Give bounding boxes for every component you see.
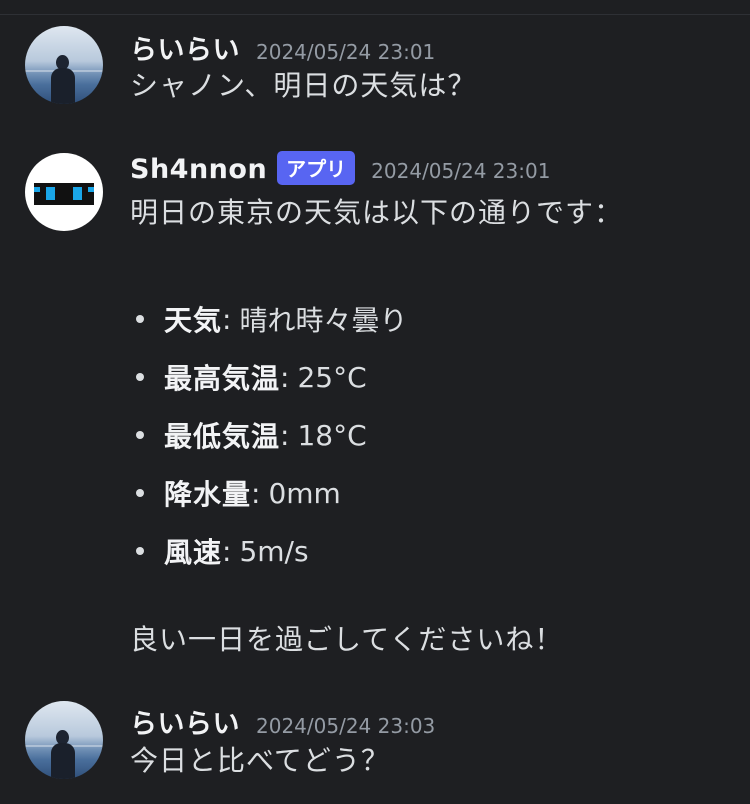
avatar-figure-body <box>51 68 75 104</box>
bullet-dot <box>136 431 144 439</box>
bullet-dot <box>136 547 144 555</box>
item-sep: : <box>222 302 232 336</box>
item-key: 最高気温 <box>164 362 281 395</box>
message-text: シャノン、明日の天気は？ <box>130 69 477 102</box>
item-key: 降水量 <box>164 478 252 511</box>
user-avatar[interactable] <box>25 26 103 104</box>
item-sep: : <box>222 534 232 568</box>
message-outro: 良い一日を過ごしてくださいね！ <box>130 623 564 656</box>
message-header: らいらい 2024/05/24 23:03 <box>130 702 435 741</box>
item-value: 0mm <box>268 476 341 510</box>
item-value: 25°C <box>297 360 367 394</box>
item-value: 18°C <box>297 418 367 452</box>
bot-left-eye <box>46 187 55 200</box>
bot-right-ear <box>88 187 94 192</box>
item-sep: : <box>251 476 261 510</box>
item-key: 風速 <box>164 536 223 569</box>
item-key: 最低気温 <box>164 420 281 453</box>
item-value: 5m/s <box>239 534 309 568</box>
bot-face <box>34 183 94 205</box>
avatar-figure-body <box>51 743 75 779</box>
message-intro: 明日の東京の天気は以下の通りです： <box>130 196 624 229</box>
top-divider <box>0 0 750 15</box>
username[interactable]: らいらい <box>130 28 240 67</box>
message-header: らいらい 2024/05/24 23:01 <box>130 28 435 67</box>
list-item: 最低気温: 18°C <box>130 406 407 464</box>
list-item: 降水量: 0mm <box>130 464 407 522</box>
item-value: 晴れ時々曇り <box>239 304 408 337</box>
item-key: 天気 <box>164 304 223 337</box>
user-avatar[interactable] <box>25 701 103 779</box>
bullet-dot <box>136 373 144 381</box>
list-item: 風速: 5m/s <box>130 522 407 580</box>
bullet-dot <box>136 489 144 497</box>
item-sep: : <box>280 360 290 394</box>
username[interactable]: らいらい <box>130 702 240 741</box>
timestamp[interactable]: 2024/05/24 23:01 <box>371 159 550 183</box>
item-sep: : <box>280 418 290 452</box>
list-item: 天気: 晴れ時々曇り <box>130 290 407 348</box>
bot-avatar[interactable] <box>25 153 103 231</box>
app-badge: アプリ <box>277 151 356 185</box>
message-header: Sh4nnon アプリ 2024/05/24 23:01 <box>130 151 550 187</box>
message-text: 今日と比べてどう？ <box>130 744 390 777</box>
username[interactable]: Sh4nnon <box>130 154 267 185</box>
list-item: 最高気温: 25°C <box>130 348 407 406</box>
weather-list: 天気: 晴れ時々曇り 最高気温: 25°C 最低気温: 18°C 降水量: 0m… <box>130 290 407 580</box>
bot-right-eye <box>73 187 82 200</box>
timestamp[interactable]: 2024/05/24 23:03 <box>256 714 435 738</box>
timestamp[interactable]: 2024/05/24 23:01 <box>256 40 435 64</box>
bot-left-ear <box>34 187 40 192</box>
bullet-dot <box>136 315 144 323</box>
